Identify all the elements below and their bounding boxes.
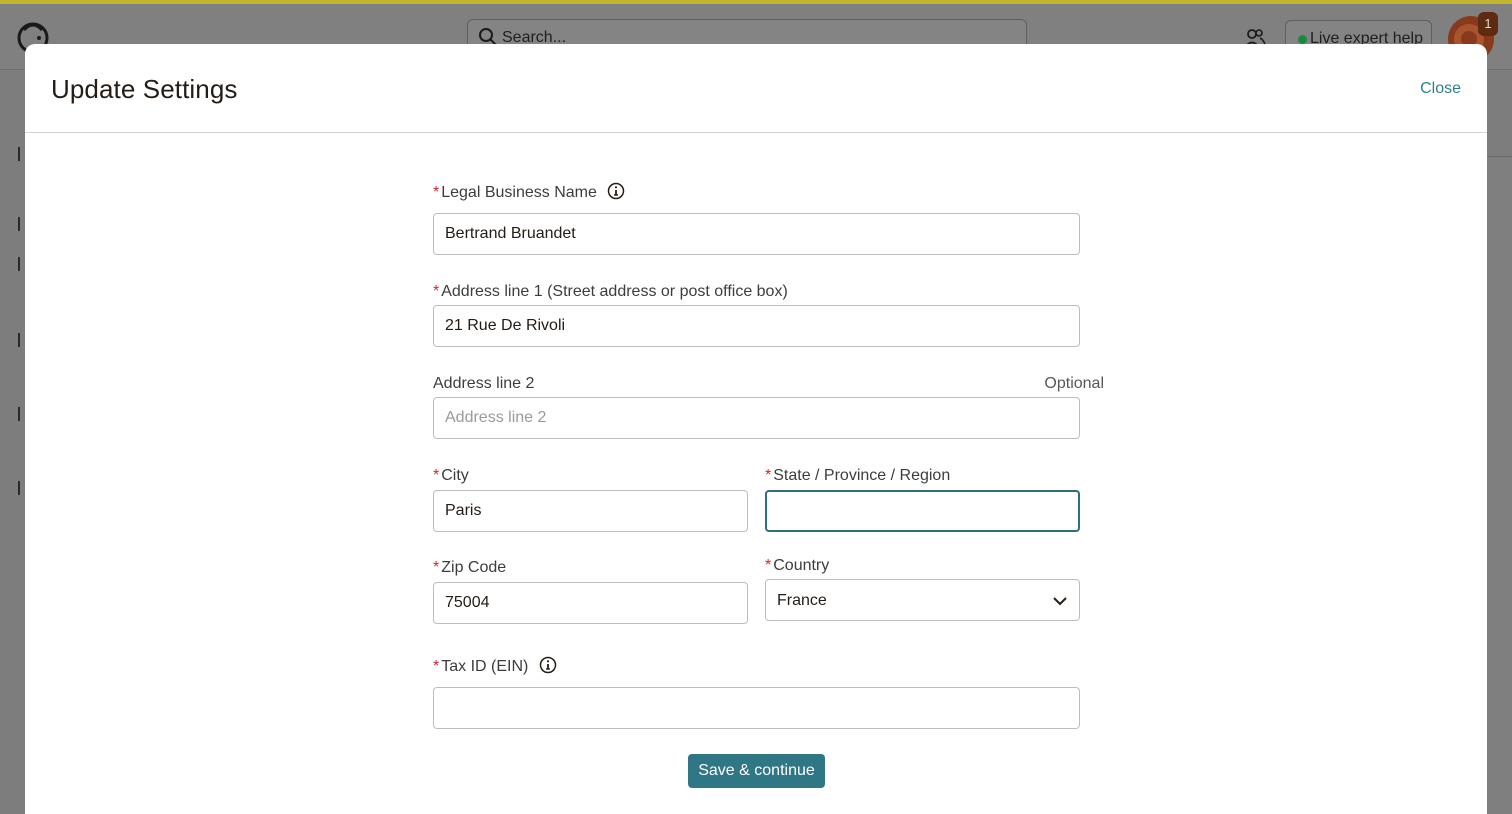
country-label: * Country	[765, 557, 829, 575]
tax-id-input[interactable]	[433, 687, 1080, 729]
city-input[interactable]	[433, 490, 748, 532]
zip-label: * Zip Code	[433, 559, 506, 577]
legal-name-label-text: Legal Business Name	[441, 184, 597, 201]
zip-label-text: Zip Code	[441, 559, 507, 576]
save-and-continue-button[interactable]: Save & continue	[688, 754, 825, 788]
online-status-dot	[1298, 35, 1307, 44]
info-icon[interactable]	[539, 656, 557, 674]
address-line-1-input[interactable]	[433, 305, 1080, 347]
required-asterisk: *	[765, 467, 772, 484]
country-label-text: Country	[773, 557, 830, 574]
required-asterisk: *	[433, 658, 440, 675]
country-select[interactable]: France	[765, 579, 1080, 621]
zip-code-input[interactable]	[433, 582, 748, 624]
required-asterisk: *	[433, 467, 440, 484]
modal-title: Update Settings	[51, 74, 238, 104]
city-label: * City	[433, 467, 469, 485]
address1-label-text: Address line 1 (Street address or post o…	[441, 283, 788, 300]
modal-header: Update Settings Close	[25, 44, 1487, 133]
address2-label: Address line 2	[433, 375, 535, 392]
tax-id-label: * Tax ID (EIN)	[433, 656, 557, 676]
notification-badge: 1	[1478, 12, 1498, 36]
right-pane-edge	[1486, 71, 1512, 157]
state-province-region-input[interactable]	[765, 490, 1080, 532]
address1-label: * Address line 1 (Street address or post …	[433, 283, 788, 301]
info-icon[interactable]	[607, 182, 625, 200]
left-nav-sidebar	[0, 71, 26, 814]
tax-id-label-text: Tax ID (EIN)	[441, 658, 529, 675]
state-label: * State / Province / Region	[765, 467, 950, 485]
legal-business-name-input[interactable]	[433, 213, 1080, 255]
state-label-text: State / Province / Region	[773, 467, 951, 484]
legal-name-label: * Legal Business Name	[433, 182, 625, 202]
close-button[interactable]: Close	[1420, 80, 1461, 98]
required-asterisk: *	[765, 557, 772, 574]
required-asterisk: *	[433, 283, 440, 300]
address-line-2-input[interactable]	[433, 397, 1080, 439]
required-asterisk: *	[433, 559, 440, 576]
optional-label: Optional	[1044, 375, 1104, 392]
city-label-text: City	[441, 467, 469, 484]
required-asterisk: *	[433, 184, 440, 201]
chevron-down-icon	[1053, 597, 1067, 606]
update-settings-modal: Update Settings Close * Legal Business Na…	[25, 44, 1487, 814]
country-selected-value: France	[777, 592, 827, 609]
